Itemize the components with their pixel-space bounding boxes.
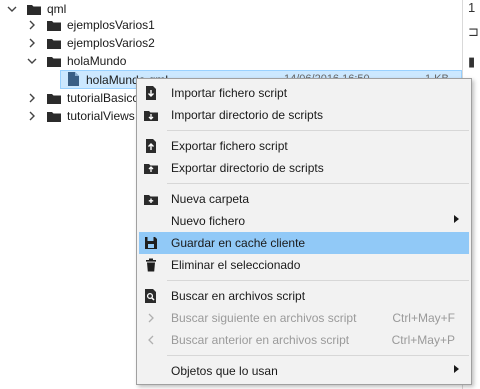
import-file-icon <box>144 86 158 100</box>
folder-icon <box>27 4 41 15</box>
menu-item-new-file[interactable]: Nuevo fichero <box>139 210 469 232</box>
export-file-icon <box>144 139 158 153</box>
menu-item-label: Nuevo fichero <box>171 214 246 228</box>
new-folder-icon <box>144 192 158 206</box>
tree-item-label: ejemplosVarios1 <box>67 18 155 32</box>
tree-item-ejemplosVarios2[interactable]: ejemplosVarios2 <box>26 34 155 52</box>
menu-item-label: Exportar fichero script <box>171 139 288 153</box>
import-folder-icon <box>144 108 158 122</box>
menu-item-label: Importar fichero script <box>171 86 288 100</box>
folder-icon <box>47 111 61 122</box>
menu-item-shortcut: Ctrl+May+F <box>392 311 455 325</box>
tree-item-label: tutorialViews <box>67 109 135 123</box>
tree-item-label: ejemplosVarios2 <box>67 36 155 50</box>
menu-item-import-folder[interactable]: Importar directorio de scripts <box>139 104 469 126</box>
qml-file-icon <box>68 72 79 86</box>
menu-item-label: Nueva carpeta <box>171 192 250 206</box>
chevron-right-icon <box>144 311 158 325</box>
menu-item-export-folder[interactable]: Exportar directorio de scripts <box>139 157 469 179</box>
menu-item-label: Buscar anterior en archivos script <box>171 333 350 347</box>
folder-icon <box>47 93 61 104</box>
menu-separator <box>167 130 469 131</box>
menu-item-label: Buscar en archivos script <box>171 289 306 303</box>
menu-item-search-next[interactable]: Buscar siguiente en archivos script Ctrl… <box>139 307 469 329</box>
menu-item-label: Exportar directorio de scripts <box>171 161 324 175</box>
menu-item-search-previous[interactable]: Buscar anterior en archivos script Ctrl+… <box>139 329 469 351</box>
menu-separator <box>167 280 469 281</box>
submenu-arrow-icon <box>454 365 459 373</box>
menu-item-export-file[interactable]: Exportar fichero script <box>139 135 469 157</box>
save-icon <box>144 236 158 250</box>
search-icon <box>144 289 158 303</box>
side-glyph: ⊐ <box>468 24 479 39</box>
context-menu: Importar fichero script Importar directo… <box>136 78 472 385</box>
menu-item-label: Guardar en caché cliente <box>171 236 306 250</box>
export-folder-icon <box>144 161 158 175</box>
menu-item-label: Objetos que lo usan <box>171 364 278 378</box>
chevron-right-icon[interactable] <box>26 110 38 122</box>
menu-item-search-scripts[interactable]: Buscar en archivos script <box>139 285 469 307</box>
menu-item-new-folder[interactable]: Nueva carpeta <box>139 188 469 210</box>
chevron-right-icon[interactable] <box>26 92 38 104</box>
side-glyph: ▮ <box>468 54 476 69</box>
menu-item-delete-selected[interactable]: Eliminar el seleccionado <box>139 254 469 276</box>
menu-item-shortcut: Ctrl+May+P <box>391 333 455 347</box>
tree-item-tutorialBasico[interactable]: tutorialBasico <box>26 89 139 107</box>
chevron-down-icon[interactable] <box>6 3 18 15</box>
menu-item-save-cache[interactable]: Guardar en caché cliente <box>139 232 469 254</box>
menu-separator <box>167 355 469 356</box>
tree-item-label: holaMundo <box>67 54 127 68</box>
folder-icon <box>47 56 61 67</box>
chevron-down-icon[interactable] <box>26 55 38 67</box>
menu-item-label: Buscar siguiente en archivos script <box>171 311 357 325</box>
tree-item-label: qml <box>47 2 67 16</box>
tree-item-ejemplosVarios1[interactable]: ejemplosVarios1 <box>26 16 155 34</box>
tree-item-holaMundo[interactable]: holaMundo <box>26 52 126 70</box>
trash-icon <box>144 258 158 272</box>
chevron-left-icon <box>144 333 158 347</box>
menu-item-label: Importar directorio de scripts <box>171 108 324 122</box>
menu-separator <box>167 183 469 184</box>
chevron-right-icon[interactable] <box>26 19 38 31</box>
folder-icon <box>47 20 61 31</box>
menu-item-used-by-objects[interactable]: Objetos que lo usan <box>139 360 469 382</box>
side-glyph: 1 <box>468 0 476 15</box>
submenu-arrow-icon <box>454 215 459 223</box>
menu-item-import-file[interactable]: Importar fichero script <box>139 82 469 104</box>
tree-item-label: tutorialBasico <box>67 91 140 105</box>
chevron-right-icon[interactable] <box>26 37 38 49</box>
tree-item-tutorialViews[interactable]: tutorialViews <box>26 107 135 125</box>
folder-icon <box>47 38 61 49</box>
menu-item-label: Eliminar el seleccionado <box>171 258 301 272</box>
